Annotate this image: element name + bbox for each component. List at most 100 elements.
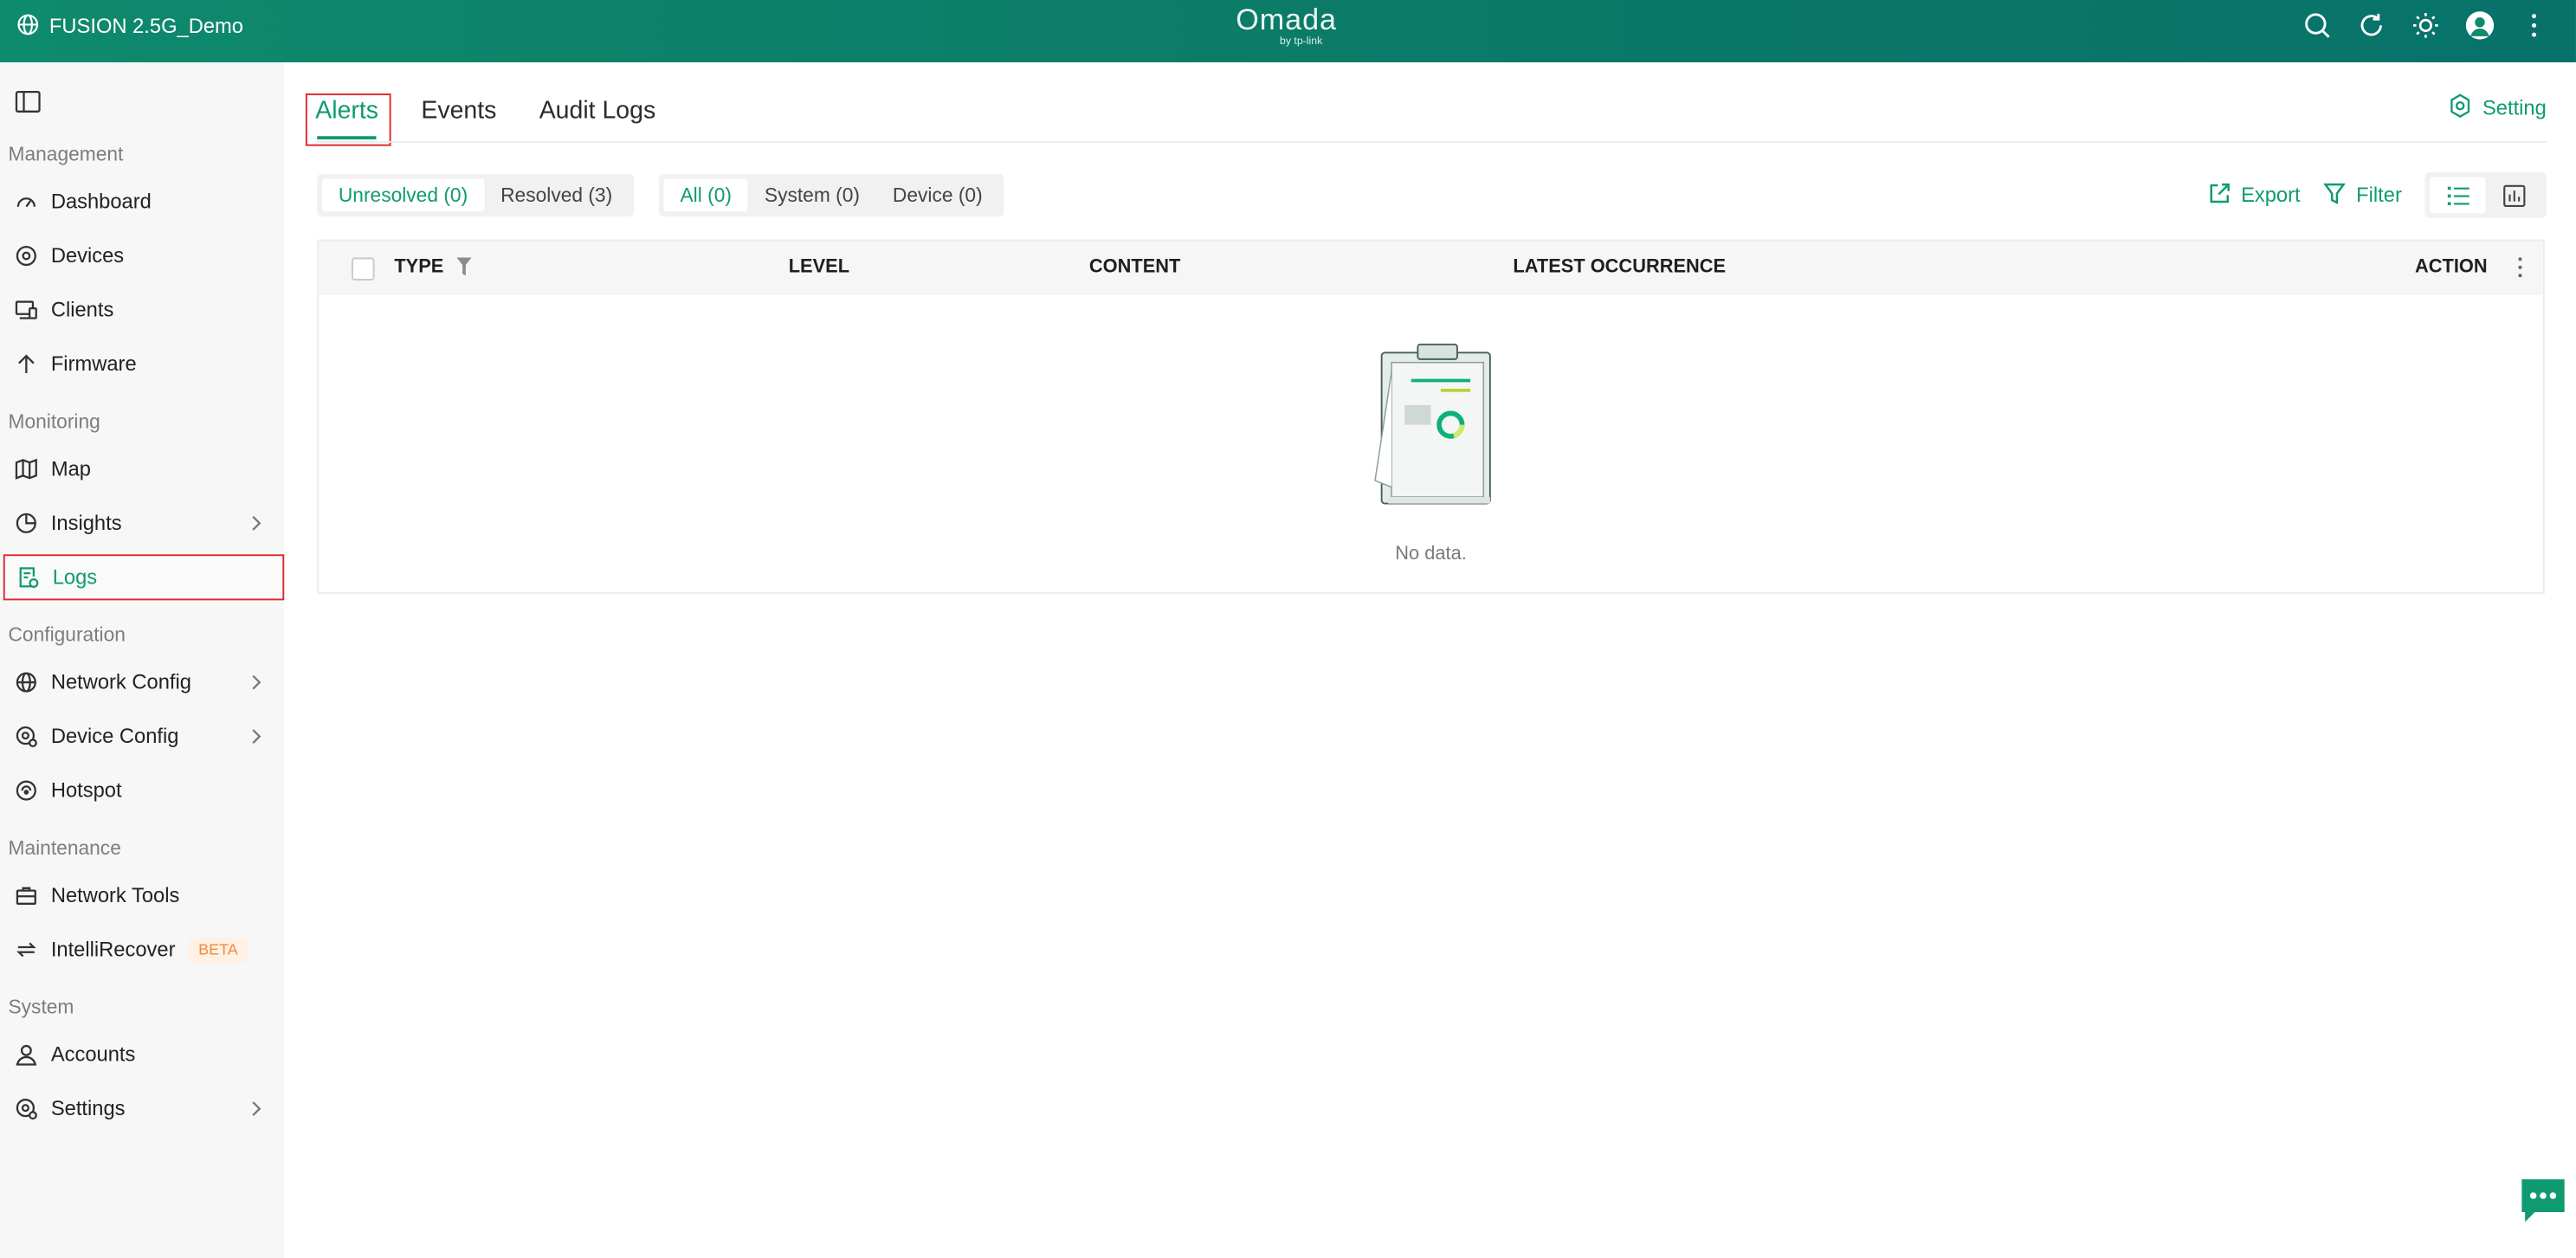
filter-button[interactable]: Filter — [2323, 181, 2402, 209]
empty-clipboard-icon — [1355, 343, 1507, 523]
sidebar-item-label: Settings — [50, 1097, 126, 1120]
tab-audit-logs[interactable]: Audit Logs — [539, 84, 656, 139]
tabs-divider — [315, 140, 2547, 143]
sidebar-item-label: Firmware — [50, 352, 137, 376]
sidebar-item-accounts[interactable]: Accounts — [3, 1032, 284, 1078]
filter-icon — [2323, 181, 2347, 209]
table-actions: Export Filter — [2208, 171, 2547, 220]
view-toggle — [2424, 171, 2547, 218]
brand-main: Omada — [1236, 3, 1337, 36]
hotspot-icon — [15, 779, 38, 803]
sidebar-item-label: Network Config — [50, 670, 191, 694]
export-button[interactable]: Export — [2208, 181, 2301, 209]
col-action: ACTION — [2415, 257, 2488, 278]
filter-label: Filter — [2356, 184, 2402, 207]
sidebar-item-label: Dashboard — [50, 190, 152, 214]
sidebar-item-network-tools[interactable]: Network Tools — [3, 873, 284, 919]
chevron-right-icon — [248, 726, 264, 746]
sidebar-item-device-config[interactable]: Device Config — [3, 713, 284, 759]
device-config-icon — [15, 725, 38, 748]
setting-label: Setting — [2482, 96, 2547, 120]
column-filter-icon[interactable] — [456, 257, 472, 276]
col-content: CONTENT — [1088, 257, 1181, 278]
type-device[interactable]: Device (0) — [876, 178, 999, 211]
tab-label: Audit Logs — [539, 96, 656, 125]
no-data-text: No data. — [1395, 544, 1467, 564]
sidebar-item-hotspot[interactable]: Hotspot — [3, 768, 284, 814]
sidebar-item-dashboard[interactable]: Dashboard — [3, 178, 284, 224]
export-label: Export — [2241, 184, 2301, 207]
globe-icon — [16, 12, 40, 40]
sidebar-item-network-config[interactable]: Network Config — [3, 660, 284, 706]
chevron-right-icon — [248, 513, 264, 533]
more-vertical-icon[interactable] — [2519, 9, 2550, 40]
sidebar-item-label: Logs — [52, 565, 98, 590]
pie-chart-icon — [15, 512, 38, 535]
status-unresolved[interactable]: Unresolved (0) — [321, 178, 485, 212]
globe-icon — [15, 671, 38, 694]
sidebar-item-label: Devices — [50, 244, 125, 268]
recover-arrows-icon — [15, 939, 38, 962]
app-window: FUSION 2.5G_Demo Omada by tp-link Manage… — [0, 0, 2576, 1258]
export-icon — [2208, 181, 2231, 209]
logs-icon — [16, 566, 40, 590]
sidebar-item-label: IntelliRecover — [50, 938, 176, 962]
map-icon — [15, 458, 38, 481]
setting-button[interactable]: Setting — [2448, 94, 2547, 123]
sidebar-item-label: Insights — [50, 512, 122, 535]
refresh-icon[interactable] — [2356, 9, 2387, 40]
tab-label: Events — [421, 96, 497, 125]
sidebar-item-firmware[interactable]: Firmware — [3, 341, 284, 387]
chevron-right-icon — [248, 673, 264, 693]
omada-logo: Omada by tp-link — [1232, 3, 1340, 56]
sidebar-item-logs[interactable]: Logs — [3, 554, 285, 601]
theme-sun-icon[interactable] — [2410, 9, 2441, 40]
type-all[interactable]: All (0) — [663, 178, 748, 212]
select-all-checkbox[interactable] — [352, 257, 375, 281]
alerts-table: TYPE LEVEL CONTENT LATEST OCCURRENCE ACT… — [317, 239, 2545, 594]
column-settings-icon[interactable] — [2517, 256, 2524, 280]
empty-state: No data. — [319, 339, 2543, 564]
sidebar-item-intellirecover[interactable]: IntelliRecover BETA — [3, 926, 284, 972]
sidebar-item-label: Hotspot — [50, 778, 122, 803]
section-monitoring: Monitoring — [8, 410, 100, 434]
chart-view-icon[interactable] — [2486, 177, 2542, 214]
firmware-upgrade-icon — [15, 352, 38, 376]
clients-icon — [15, 299, 38, 322]
col-latest-occurrence: LATEST OCCURRENCE — [1513, 257, 1727, 278]
list-view-icon[interactable] — [2430, 177, 2486, 214]
chevron-right-icon — [248, 1099, 264, 1119]
sidebar-item-label: Map — [50, 457, 91, 481]
type-system[interactable]: System (0) — [748, 178, 876, 211]
status-filter: Unresolved (0) Resolved (3) — [317, 173, 634, 217]
devices-icon — [15, 244, 38, 268]
col-level: LEVEL — [788, 257, 850, 278]
brand-sub: by tp-link — [1279, 35, 1323, 48]
highlight-box — [305, 93, 391, 146]
chat-support-icon[interactable] — [2519, 1176, 2568, 1225]
search-icon[interactable] — [2302, 9, 2333, 40]
tab-events[interactable]: Events — [421, 84, 496, 139]
toolbox-icon — [15, 884, 38, 907]
sidebar-item-settings[interactable]: Settings — [3, 1086, 284, 1132]
col-type: TYPE — [394, 257, 444, 278]
sidebar: Management Dashboard Devices Clients Fir… — [0, 61, 285, 1258]
sidebar-item-insights[interactable]: Insights — [3, 500, 284, 546]
site-name: FUSION 2.5G_Demo — [48, 15, 243, 38]
sidebar-item-label: Device Config — [50, 725, 179, 748]
top-actions — [2302, 8, 2549, 41]
section-system: System — [8, 995, 74, 1019]
section-management: Management — [8, 142, 124, 166]
sidebar-item-map[interactable]: Map — [3, 446, 284, 492]
status-resolved[interactable]: Resolved (3) — [484, 178, 629, 211]
section-maintenance: Maintenance — [8, 836, 121, 860]
sidebar-collapse-icon[interactable] — [15, 90, 41, 113]
site-selector[interactable]: FUSION 2.5G_Demo — [16, 0, 243, 53]
log-tabs: Alerts Events Audit Logs — [305, 82, 698, 146]
sidebar-item-label: Network Tools — [50, 884, 180, 907]
sidebar-item-devices[interactable]: Devices — [3, 233, 284, 279]
gear-icon — [2448, 94, 2472, 123]
sidebar-item-clients[interactable]: Clients — [3, 287, 284, 333]
avatar[interactable] — [2464, 9, 2495, 40]
tab-alerts[interactable]: Alerts — [305, 84, 391, 146]
